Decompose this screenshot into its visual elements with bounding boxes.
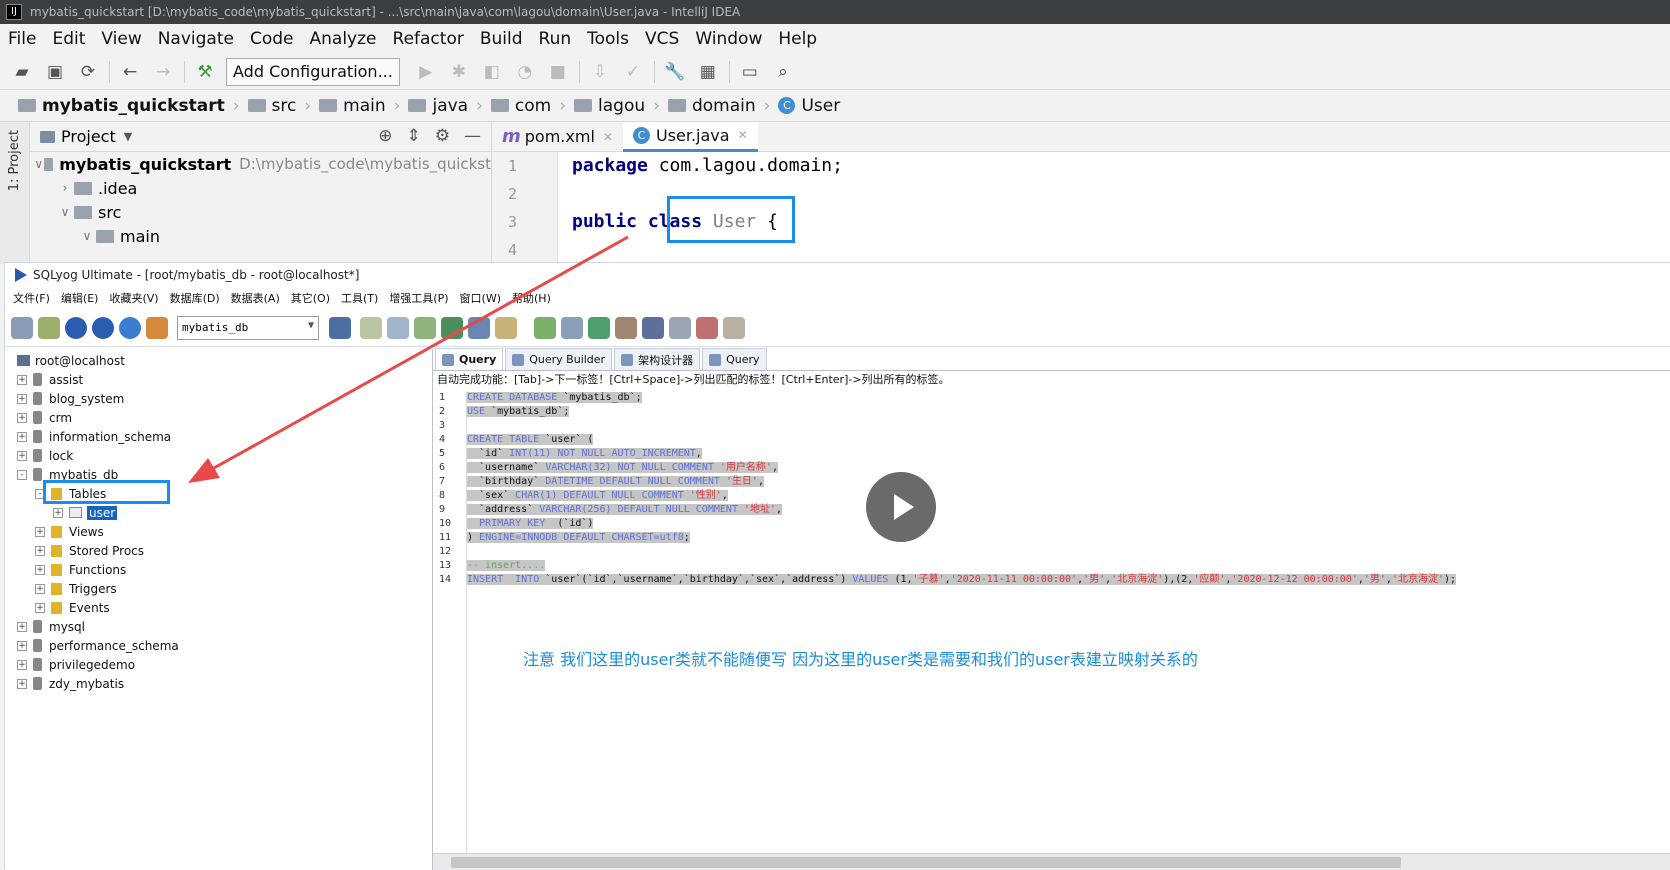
- annotation-arrow: [188, 235, 629, 483]
- play-button[interactable]: [866, 472, 936, 542]
- annotation-note: 注意 我们这里的user类就不能随便写 因为这里的user类是需要和我们的use…: [523, 650, 1198, 669]
